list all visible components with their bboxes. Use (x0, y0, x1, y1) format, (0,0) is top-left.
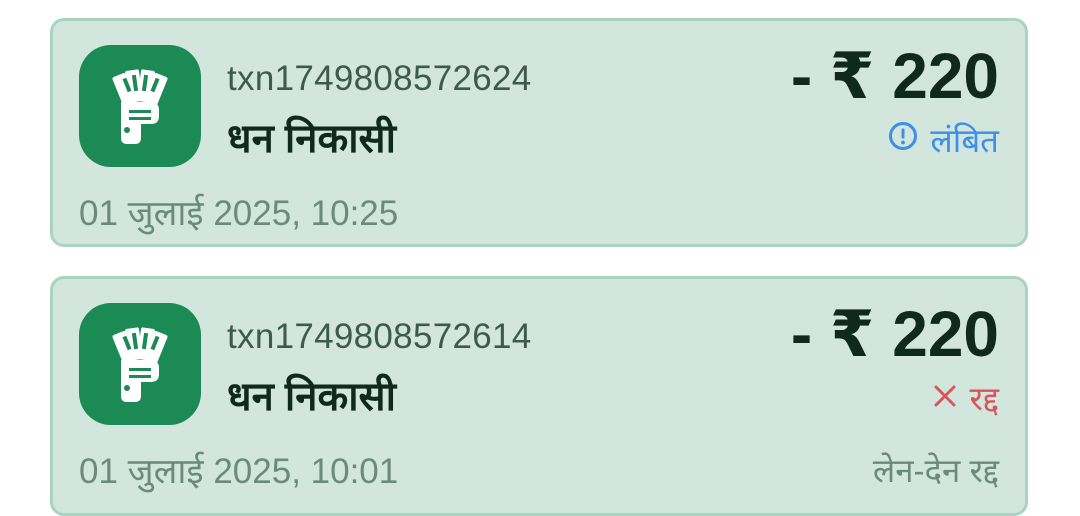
cash-withdrawal-icon (79, 45, 201, 167)
status-label: रद्द (969, 380, 999, 417)
transaction-date: 01 जुलाई 2025, 10:25 (79, 194, 399, 233)
transaction-date: 01 जुलाई 2025, 10:01 (79, 452, 399, 491)
transaction-id: txn1749808572614 (227, 317, 532, 356)
transaction-amount: - ₹ 220 (790, 40, 999, 112)
transaction-amount: - ₹ 220 (790, 298, 999, 370)
transaction-card[interactable]: txn1749808572614 धन निकासी - ₹ 220 रद्द … (50, 276, 1028, 516)
cash-withdrawal-icon (79, 303, 201, 425)
transaction-card[interactable]: txn1749808572624 धन निकासी - ₹ 220 लंबित… (50, 18, 1028, 247)
cancellation-note: लेन-देन रद्द (872, 452, 999, 489)
transaction-type: धन निकासी (227, 117, 396, 161)
status-badge: रद्द (932, 375, 999, 420)
transaction-type: धन निकासी (227, 375, 396, 419)
close-icon (932, 379, 958, 417)
info-circle-icon (888, 121, 918, 159)
transaction-id: txn1749808572624 (227, 59, 532, 98)
status-badge: लंबित (888, 117, 999, 162)
status-label: लंबित (930, 122, 999, 159)
